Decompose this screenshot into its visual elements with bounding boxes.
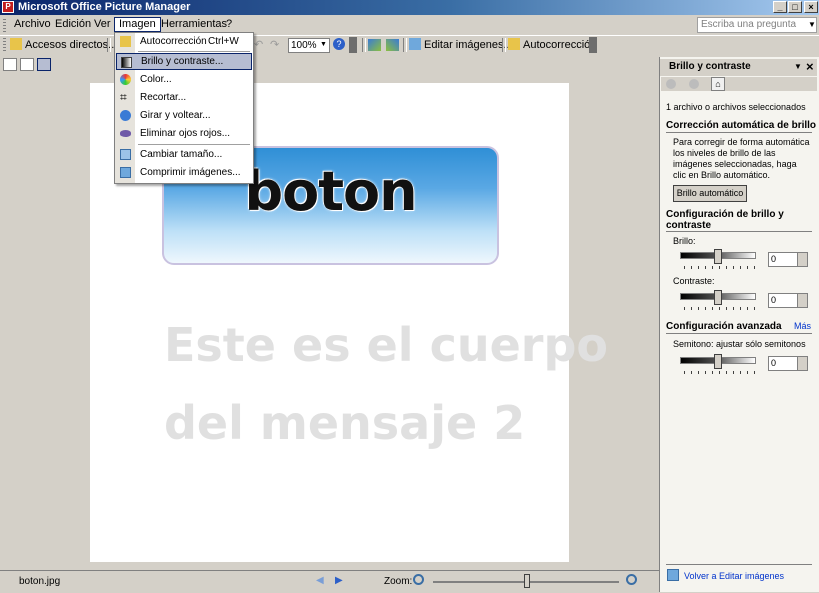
zoom-in-icon[interactable] [626, 574, 637, 585]
contrast-spinner[interactable] [797, 293, 808, 308]
previous-icon[interactable]: ◀ [316, 575, 324, 586]
task-pane-title: Brillo y contraste [669, 61, 751, 72]
toolbar-overflow[interactable] [589, 37, 597, 53]
config-heading: Configuración de brillo y contraste [666, 209, 784, 231]
help-search-input[interactable]: Escriba una pregunta [697, 17, 817, 33]
menu-item-recortar[interactable]: ⌗ Recortar... [116, 89, 252, 106]
slider-ticks [684, 371, 760, 374]
red-eye-icon [120, 130, 131, 137]
brightness-spinner[interactable] [797, 252, 808, 267]
footer-rule [666, 564, 812, 565]
heading-rule [666, 132, 812, 133]
thumbnail-view-icon[interactable] [3, 58, 17, 71]
advanced-heading: Configuración avanzada [666, 321, 782, 332]
redo-icon[interactable]: ↷ [270, 37, 279, 53]
rotate-right-icon[interactable] [386, 39, 399, 51]
edit-images-icon [409, 38, 421, 50]
menu-item-comprimir[interactable]: Comprimir imágenes... [116, 164, 252, 181]
back-to-edit-link[interactable]: Volver a Editar imágenes [684, 571, 784, 582]
resize-icon [120, 149, 131, 160]
midtones-spinner[interactable] [797, 356, 808, 371]
auto-brightness-description: Para corregir de forma automática los ni… [673, 137, 810, 180]
menu-separator [138, 144, 250, 145]
toolbar-separator [107, 38, 111, 52]
toolbar-separator [403, 38, 407, 52]
contrast-label: Contraste: [673, 276, 715, 286]
auto-brightness-button[interactable]: Brillo automático [673, 185, 747, 202]
autocorrect-button[interactable]: Autocorrección [508, 37, 596, 53]
window-title: Microsoft Office Picture Manager [18, 1, 191, 13]
pane-nav-bar [661, 77, 817, 91]
menu-item-autocorreccion[interactable]: Autocorrección Ctrl+W [116, 33, 252, 50]
auto-brightness-heading: Corrección automática de brillo [666, 120, 817, 131]
edit-images-button[interactable]: Editar imágenes... [409, 37, 513, 53]
brightness-icon [121, 57, 132, 68]
crop-icon: ⌗ [120, 90, 127, 104]
next-icon[interactable]: ▶ [335, 575, 343, 586]
edit-images-icon[interactable] [667, 569, 679, 581]
app-icon: P [2, 1, 14, 13]
menu-ver[interactable]: Ver [90, 17, 115, 32]
slider-ticks [684, 307, 760, 310]
menu-separator [138, 51, 250, 52]
rotate-icon [120, 110, 131, 121]
zoom-slider-thumb[interactable] [524, 574, 530, 588]
toolbar-overflow[interactable] [349, 37, 357, 53]
maximize-button[interactable]: □ [788, 1, 802, 13]
heading-rule [666, 231, 812, 232]
single-picture-view-icon[interactable] [37, 58, 51, 71]
contrast-slider-thumb[interactable] [714, 290, 722, 305]
menu-item-color[interactable]: Color... [116, 71, 252, 88]
chevron-down-icon[interactable]: ▼ [808, 20, 816, 29]
shortcuts-button[interactable]: Accesos directos... [10, 37, 117, 53]
menu-archivo[interactable]: Archivo [10, 17, 55, 32]
menu-imagen[interactable]: Imagen [114, 17, 161, 32]
menu-edicion[interactable]: Edición [51, 17, 95, 32]
heading-rule [666, 333, 812, 334]
midtones-input[interactable]: 0 [768, 356, 798, 371]
image-body-line2: del mensaje 2 [164, 396, 526, 450]
compress-icon [120, 167, 131, 178]
midtones-label: Semitono: ajustar sólo semitonos [673, 339, 806, 349]
midtones-slider-thumb[interactable] [714, 354, 722, 369]
home-icon[interactable]: ⌂ [711, 77, 725, 91]
brightness-label: Brillo: [673, 236, 696, 246]
pane-dropdown-icon[interactable]: ▼ [794, 62, 802, 71]
toolbar-separator [362, 38, 366, 52]
menu-herramientas[interactable]: Herramientas [157, 17, 231, 32]
menu-item-ojos-rojos[interactable]: Eliminar ojos rojos... [116, 125, 252, 142]
autocorrect-icon [508, 38, 520, 50]
color-icon [120, 74, 131, 85]
undo-icon[interactable]: ↶ [254, 37, 263, 53]
close-button[interactable]: × [804, 1, 818, 13]
menu-item-cambiar-tamano[interactable]: Cambiar tamaño... [116, 146, 252, 163]
minimize-button[interactable]: _ [773, 1, 787, 13]
brightness-input[interactable]: 0 [768, 252, 798, 267]
selected-count: 1 archivo o archivos seleccionados [666, 102, 806, 112]
brightness-slider-thumb[interactable] [714, 249, 722, 264]
image-body-line1: Este es el cuerpo [164, 318, 609, 372]
filename-label: boton.jpg [19, 576, 61, 587]
contrast-input[interactable]: 0 [768, 293, 798, 308]
toolbar-separator [502, 38, 506, 52]
help-icon[interactable]: ? [333, 38, 345, 50]
menu-item-brillo-contraste[interactable]: Brillo y contraste... [116, 53, 252, 70]
zoom-label: Zoom: [384, 576, 413, 587]
rotate-left-icon[interactable] [368, 39, 381, 51]
menu-help[interactable]: ? [222, 17, 236, 32]
menubar-grip[interactable] [3, 19, 6, 33]
menu-item-girar-voltear[interactable]: Girar y voltear... [116, 107, 252, 124]
slider-ticks [684, 266, 760, 269]
filmstrip-view-icon[interactable] [20, 58, 34, 71]
back-arrow-icon[interactable] [666, 79, 676, 89]
zoom-out-icon[interactable] [413, 574, 424, 585]
shortcuts-icon [10, 38, 22, 50]
pane-close-icon[interactable]: × [806, 59, 814, 74]
toolbar-grip[interactable] [3, 38, 6, 52]
autocorrect-icon [120, 36, 131, 47]
chevron-down-icon[interactable]: ▼ [320, 41, 327, 48]
forward-arrow-icon[interactable] [689, 79, 699, 89]
more-link[interactable]: Más [794, 321, 811, 332]
